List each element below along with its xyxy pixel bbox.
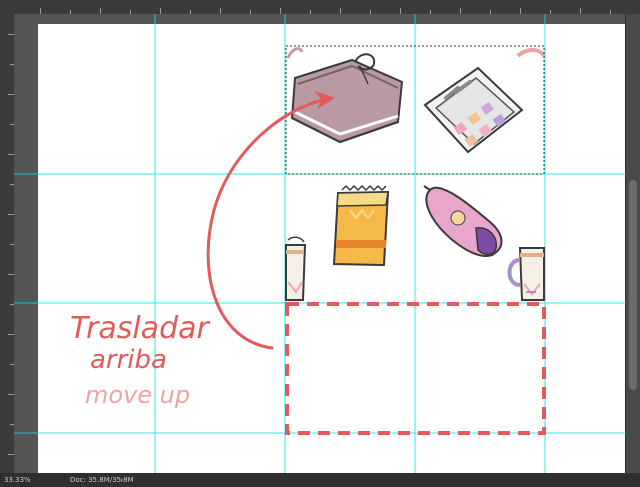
mug-left-tile[interactable] xyxy=(285,236,307,301)
annotation-english: move up xyxy=(85,381,190,409)
mug-right-tile[interactable] xyxy=(507,247,545,301)
notepad-tile[interactable] xyxy=(332,184,390,267)
status-menu-arrow-icon[interactable]: › xyxy=(120,475,123,484)
pencil-case-tile[interactable] xyxy=(423,185,503,257)
artwork-overlay: Trasladar arriba move up xyxy=(14,14,626,473)
document-size: Doc: 35.8M/35.8M xyxy=(70,476,134,484)
move-up-arrow xyxy=(206,98,324,350)
eyeshadow-palette-tile[interactable] xyxy=(423,48,546,154)
annotation-spanish-line1: Trasladar xyxy=(70,311,210,346)
notebook-tile[interactable] xyxy=(286,47,404,144)
status-bar: 33.33% Doc: 35.8M/35.8M › xyxy=(0,473,640,487)
zoom-level[interactable]: 33.33% xyxy=(4,476,31,484)
annotation-spanish-line2: arriba xyxy=(90,345,167,375)
